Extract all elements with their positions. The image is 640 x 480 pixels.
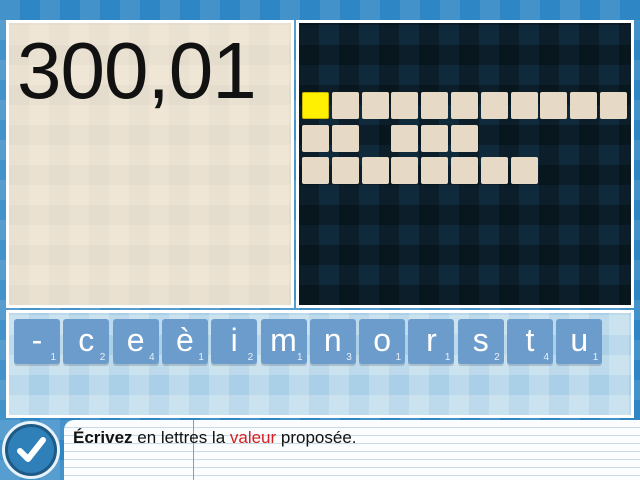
letter-tile[interactable]: m1	[260, 319, 307, 364]
answer-cell[interactable]	[331, 92, 359, 119]
letter-tile[interactable]: t4	[507, 319, 553, 364]
letter-tile[interactable]: -1	[14, 319, 60, 364]
answer-cell[interactable]	[480, 157, 508, 184]
letter-tile-count: 2	[247, 352, 254, 363]
letter-tile-count: 4	[543, 352, 549, 363]
letter-tile[interactable]: i2	[211, 319, 258, 364]
number-display: 300,01	[17, 26, 257, 115]
answer-cell[interactable]	[391, 157, 419, 184]
number-panel: 300,01	[6, 20, 294, 308]
letter-tile-count: 2	[99, 352, 106, 363]
answer-cell[interactable]	[480, 92, 508, 119]
letter-tray: -1c2e4è1i2m1n3o1r1s2t4u1	[6, 310, 634, 418]
letter-tile-count: 3	[346, 352, 352, 363]
answer-cell[interactable]	[302, 157, 329, 184]
answer-cell[interactable]	[421, 92, 449, 119]
instruction-end: proposée.	[276, 428, 357, 447]
letter-tile[interactable]: è1	[161, 319, 208, 364]
answer-cell[interactable]	[600, 92, 627, 119]
answer-cell[interactable]	[302, 92, 329, 119]
letter-tile-count: 1	[198, 352, 204, 363]
answer-grid-panel	[296, 20, 634, 308]
answer-cell[interactable]	[331, 157, 359, 184]
answer-cell[interactable]	[540, 92, 568, 119]
letter-tile[interactable]: n3	[309, 319, 356, 364]
answer-cell[interactable]	[451, 92, 478, 119]
answer-cell[interactable]	[331, 124, 359, 152]
letter-tile[interactable]: s2	[457, 319, 504, 364]
answer-cell[interactable]	[451, 124, 478, 152]
answer-cell[interactable]	[451, 157, 478, 184]
answer-cell[interactable]	[421, 124, 449, 152]
instruction-middle: en lettres la	[132, 428, 230, 447]
answer-cell[interactable]	[510, 157, 538, 184]
answer-cell[interactable]	[570, 92, 598, 119]
instruction-verb: Écrivez	[73, 428, 133, 447]
answer-cell[interactable]	[391, 92, 419, 119]
letter-tile-count: 2	[494, 352, 500, 363]
validate-button[interactable]	[2, 421, 60, 479]
answer-cell[interactable]	[361, 92, 389, 119]
instruction-text: Écrivez en lettres la valeur proposée.	[73, 428, 357, 448]
answer-cell[interactable]	[510, 92, 538, 119]
answer-cell[interactable]	[302, 124, 329, 152]
answer-cell[interactable]	[391, 124, 419, 152]
letter-tile[interactable]: e4	[112, 319, 159, 364]
letter-tile-count: 1	[395, 352, 402, 363]
answer-cell[interactable]	[361, 157, 389, 184]
letter-tile-count: 1	[444, 352, 451, 363]
checkmark-icon	[17, 437, 46, 462]
letter-tile-count: 1	[296, 352, 303, 363]
letter-tile[interactable]: c2	[63, 319, 110, 364]
instruction-bar: Écrivez en lettres la valeur proposée.	[64, 420, 640, 480]
letter-tile-count: 4	[149, 352, 155, 363]
letter-tile-count: 1	[50, 352, 56, 363]
answer-cell[interactable]	[421, 157, 449, 184]
letter-tile[interactable]: u1	[556, 319, 603, 364]
instruction-highlight: valeur	[229, 428, 277, 447]
letter-tile-count: 1	[592, 352, 599, 363]
letter-tile[interactable]: r1	[408, 319, 455, 364]
letter-tile[interactable]: o1	[359, 319, 406, 364]
